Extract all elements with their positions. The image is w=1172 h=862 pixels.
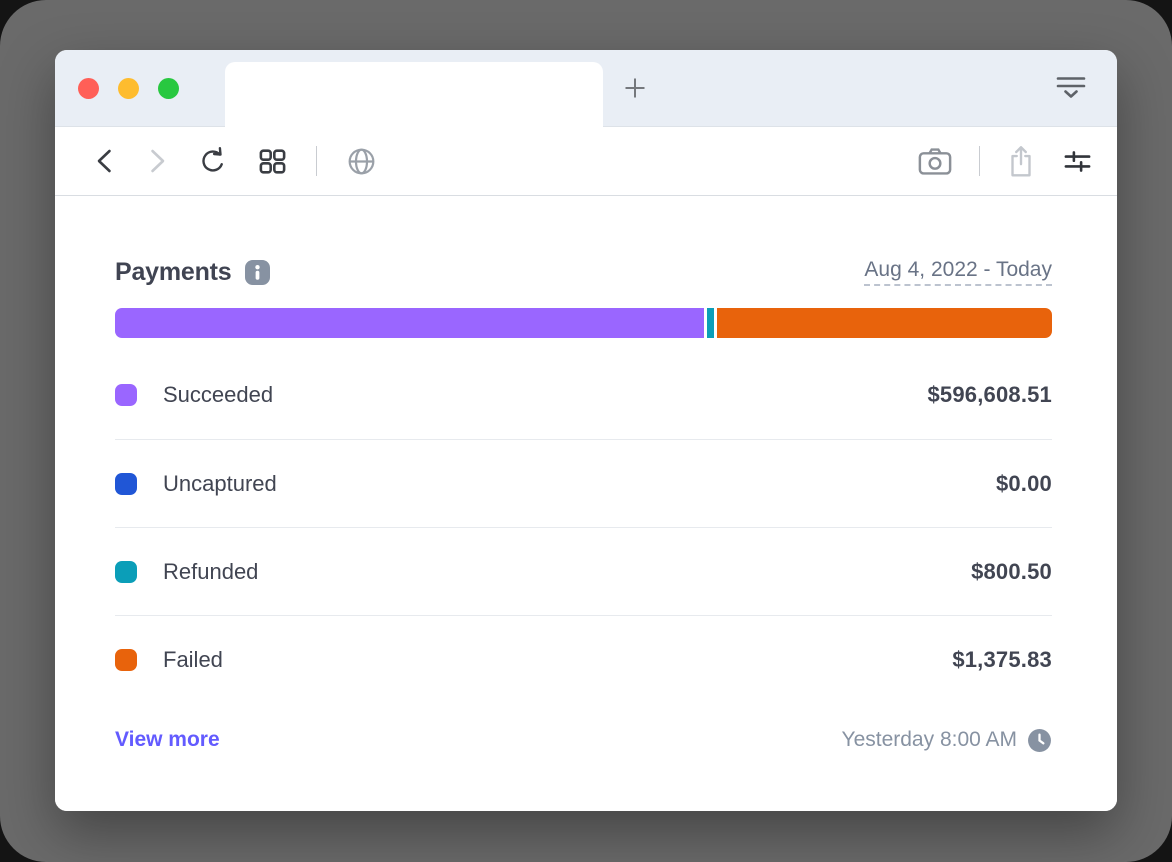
failed-swatch: [115, 649, 137, 671]
row-amount: $800.50: [971, 559, 1052, 585]
tab-overview-icon: [1055, 74, 1087, 102]
zoom-window-button[interactable]: [158, 78, 179, 99]
minimize-window-button[interactable]: [118, 78, 139, 99]
page-settings-button[interactable]: [1062, 146, 1093, 177]
row-label: Uncaptured: [163, 471, 277, 497]
legend-row-uncaptured[interactable]: Uncaptured $0.00: [115, 439, 1052, 527]
browser-window: Payments Aug 4, 2022 - Today Succeede: [55, 50, 1117, 811]
row-amount: $0.00: [996, 471, 1052, 497]
plus-icon: [620, 73, 650, 103]
bar-segment-succeeded: [115, 308, 704, 338]
back-button[interactable]: [93, 145, 117, 177]
info-button[interactable]: [245, 260, 270, 285]
traffic-lights: [55, 50, 179, 126]
bar-segment-refunded: [707, 308, 714, 338]
forward-button[interactable]: [145, 145, 169, 177]
refunded-swatch: [115, 561, 137, 583]
legend-rows: Succeeded $596,608.51 Uncaptured $0.00 R…: [115, 351, 1052, 703]
stacked-bar: [115, 308, 1052, 338]
row-amount: $596,608.51: [927, 382, 1052, 408]
tab-bar: [55, 50, 1117, 127]
close-window-button[interactable]: [78, 78, 99, 99]
last-updated: Yesterday 8:00 AM: [841, 728, 1052, 753]
screenshot-button[interactable]: [917, 146, 953, 177]
toolbar-divider: [979, 146, 980, 176]
legend-row-refunded[interactable]: Refunded $800.50: [115, 527, 1052, 615]
browser-toolbar: [55, 127, 1117, 196]
legend-row-succeeded[interactable]: Succeeded $596,608.51: [115, 351, 1052, 439]
forward-icon: [145, 145, 169, 177]
clock-icon: [1027, 728, 1052, 753]
widget-title: Payments: [115, 258, 232, 287]
uncaptured-swatch: [115, 473, 137, 495]
bar-segment-failed: [717, 308, 1052, 338]
tab-groups-button[interactable]: [257, 146, 288, 177]
info-icon: [245, 260, 270, 285]
sliders-icon: [1062, 146, 1093, 177]
share-icon: [1006, 143, 1036, 179]
new-tab-button[interactable]: [603, 50, 667, 126]
widget-header: Payments Aug 4, 2022 - Today: [115, 252, 1052, 292]
globe-icon: [345, 145, 378, 178]
website-button[interactable]: [345, 145, 378, 178]
succeeded-swatch: [115, 384, 137, 406]
camera-icon: [917, 146, 953, 177]
payments-widget: Payments Aug 4, 2022 - Today Succeede: [55, 196, 1117, 811]
tab-overview-button[interactable]: [1055, 74, 1087, 102]
desktop-background: Payments Aug 4, 2022 - Today Succeede: [0, 0, 1172, 862]
grid-icon: [257, 146, 288, 177]
date-range-selector[interactable]: Aug 4, 2022 - Today: [864, 258, 1052, 286]
row-label: Failed: [163, 647, 223, 673]
view-more-link[interactable]: View more: [115, 728, 220, 752]
toolbar-divider: [316, 146, 317, 176]
row-amount: $1,375.83: [952, 647, 1052, 673]
active-tab[interactable]: [225, 62, 603, 127]
widget-footer: View more Yesterday 8:00 AM: [115, 703, 1052, 777]
last-updated-text: Yesterday 8:00 AM: [841, 728, 1017, 752]
row-label: Succeeded: [163, 382, 273, 408]
row-label: Refunded: [163, 559, 258, 585]
reload-icon: [197, 144, 229, 178]
back-icon: [93, 145, 117, 177]
reload-button[interactable]: [197, 144, 229, 178]
legend-row-failed[interactable]: Failed $1,375.83: [115, 615, 1052, 703]
share-button[interactable]: [1006, 143, 1036, 179]
